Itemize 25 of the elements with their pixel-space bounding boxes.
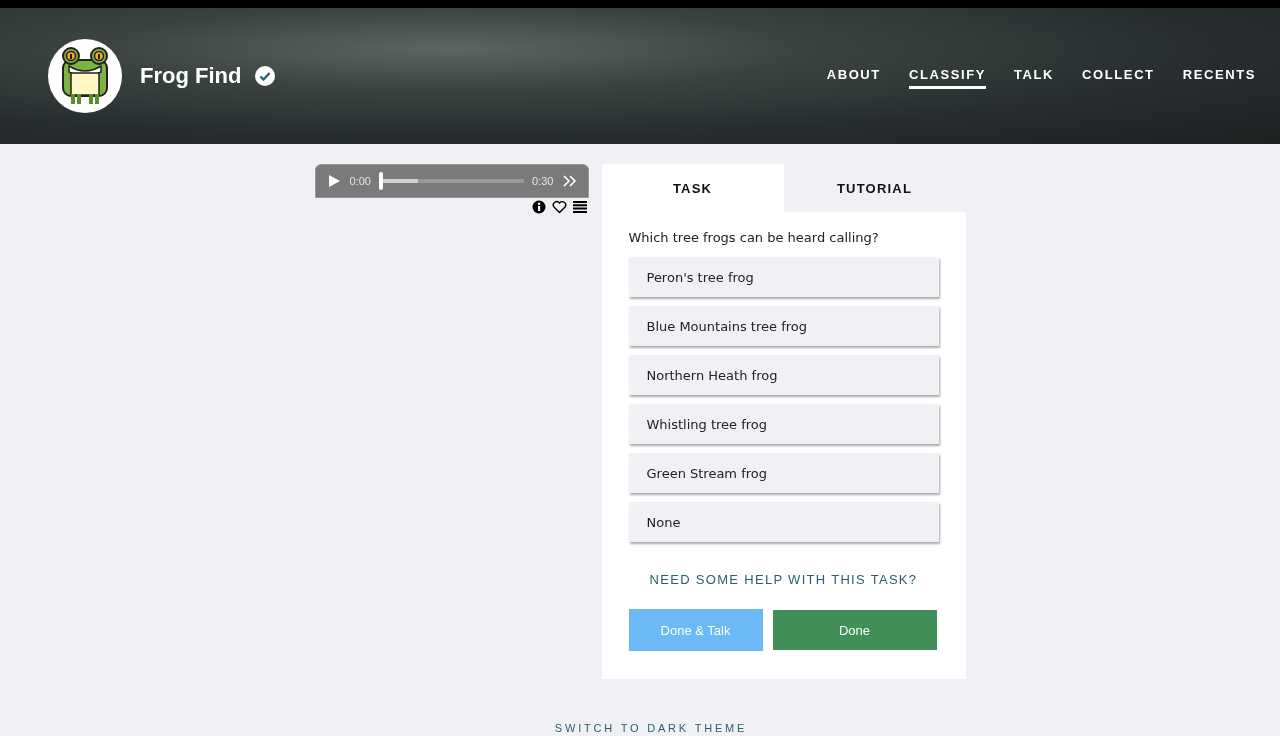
duration-time: 0:30 bbox=[532, 175, 554, 187]
answer-option[interactable]: Northern Heath frog bbox=[628, 355, 939, 395]
info-icon[interactable] bbox=[531, 200, 546, 214]
done-button[interactable]: Done bbox=[772, 610, 937, 650]
seek-thumb[interactable] bbox=[378, 172, 383, 190]
list-icon[interactable] bbox=[572, 200, 587, 214]
nav-link[interactable]: ABOUT bbox=[826, 63, 881, 89]
help-link[interactable]: NEED SOME HELP WITH THIS TASK? bbox=[601, 572, 966, 587]
nav-link[interactable]: RECENTS bbox=[1182, 63, 1256, 89]
answer-option[interactable]: Peron's tree frog bbox=[628, 257, 939, 297]
answer-option[interactable]: Green Stream frog bbox=[628, 453, 939, 493]
answer-option[interactable]: None bbox=[628, 502, 939, 542]
theme-toggle-link[interactable]: SWITCH TO DARK THEME bbox=[554, 722, 748, 734]
nav-link[interactable]: CLASSIFY bbox=[908, 63, 986, 89]
frog-logo-icon bbox=[59, 46, 111, 106]
project-title: Frog Find bbox=[140, 63, 242, 89]
answer-option[interactable]: Whistling tree frog bbox=[628, 404, 939, 444]
nav-link[interactable]: COLLECT bbox=[1082, 63, 1155, 89]
panel-tab[interactable]: TUTORIAL bbox=[783, 164, 966, 212]
nav-link[interactable]: TALK bbox=[1014, 63, 1055, 89]
answer-option[interactable]: Blue Mountains tree frog bbox=[628, 306, 939, 346]
heart-icon[interactable] bbox=[551, 200, 567, 214]
fast-forward-icon[interactable] bbox=[561, 173, 578, 189]
current-time: 0:00 bbox=[349, 175, 371, 187]
task-question: Which tree frogs can be heard calling? bbox=[628, 230, 880, 245]
